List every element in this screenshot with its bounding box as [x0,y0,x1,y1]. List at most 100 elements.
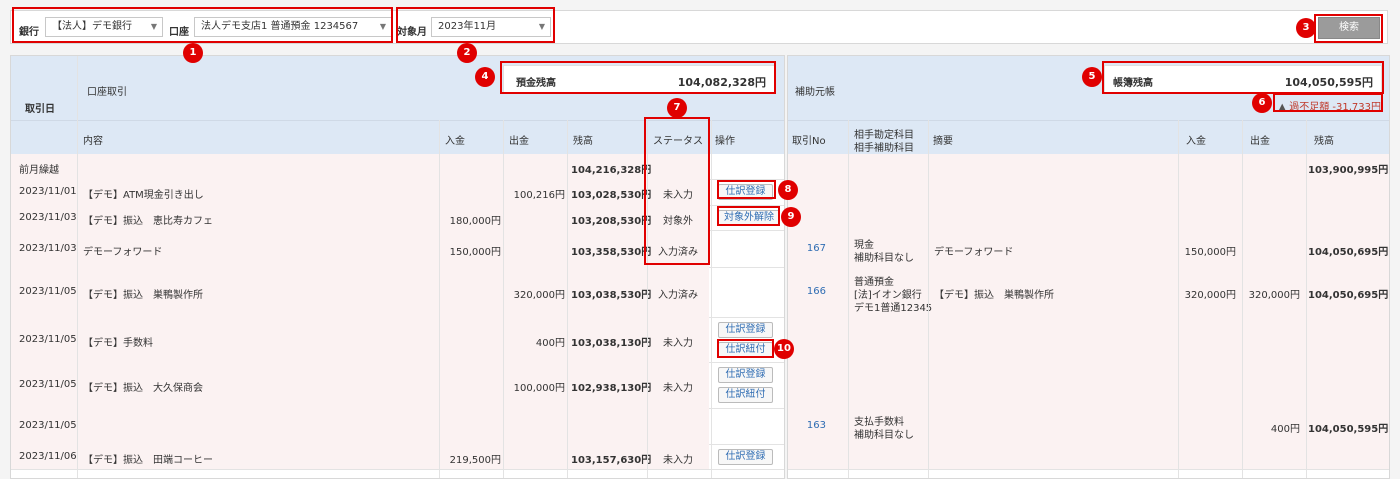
chevron-down-icon: ▼ [150,22,157,31]
bank-balance-value: 104,082,328円 [677,76,766,89]
register-journal-button[interactable]: 仕訳登録 [718,322,773,338]
ledger-row [788,444,1389,469]
column-divider [503,120,504,478]
bank-balance-label: 預金残高 [516,78,556,89]
annotation-badge-6: 6 [1252,93,1272,113]
cell-status: 未入力 [663,337,693,349]
ledger-row [788,317,1389,362]
column-divider [928,120,929,478]
column-divider [77,120,78,478]
account-select[interactable]: 法人デモ支店1 普通預金 1234567 ▼ [194,17,392,37]
warning-text: 過不足額 -31,733円 [1289,102,1381,113]
warning-icon: ▲ [1278,102,1287,113]
ledger-account: 補助科目なし [854,252,914,264]
month-select-value: 2023年11月 [438,21,497,32]
cell-status: 未入力 [663,190,693,201]
ledger-balance-label: 帳簿残高 [1113,78,1153,89]
annotation-badge-9: 9 [781,207,801,227]
column-divider [439,120,440,478]
ledger-no-link[interactable]: 167 [788,243,826,254]
cell-withdraw: 400円 [535,337,565,349]
cell-balance: 102,938,130円 [571,383,652,394]
annotation-badge-4: 4 [475,67,495,87]
month-label: 対象月 [397,27,427,38]
column-divider [567,120,568,478]
account-select-value: 法人デモ支店1 普通預金 1234567 [201,21,359,32]
cell-date: 前月繰越 [19,164,59,176]
annotation-badge-5: 5 [1082,67,1102,87]
ledger-deposit: 150,000円 [1184,246,1236,258]
ledger-section-title: 補助元帳 [795,87,835,98]
column-divider [1178,120,1179,478]
cell-status: 未入力 [663,454,693,466]
annotation-badge-1: 1 [183,43,203,63]
account-label: 口座 [169,27,189,38]
cell-date: 2023/11/06 [19,450,77,462]
cell-date: 2023/11/05 [19,379,77,390]
cell-balance: 104,216,328円 [571,164,652,176]
cell-balance: 103,208,530円 [571,215,652,227]
register-journal-button[interactable]: 仕訳登録 [718,184,773,200]
ledger-no-link[interactable]: 163 [788,420,826,431]
register-journal-button[interactable]: 仕訳登録 [718,448,773,465]
ledger-row [788,362,1389,408]
row-divider [788,469,1389,470]
cell-date: 2023/11/03 [19,211,77,223]
cell-balance: 103,028,530円 [571,190,652,201]
ledger-no-link[interactable]: 166 [788,286,826,297]
col-l-balance: 残高 [1314,136,1334,147]
row-divider [11,469,784,470]
link-journal-button[interactable]: 仕訳紐付 [718,342,773,358]
filter-bar: 銀行 【法人】デモ銀行 ▼ 口座 法人デモ支店1 普通預金 1234567 ▼ … [10,10,1388,44]
col-no: 取引No [792,136,826,147]
bank-select[interactable]: 【法人】デモ銀行 ▼ [45,17,163,37]
cell-desc: 【デモ】振込 田端コーヒー [83,454,213,466]
cell-desc: 【デモ】ATM現金引き出し [83,190,204,201]
cell-balance: 103,038,530円 [571,290,652,301]
cell-desc: デモーフォワード [83,246,163,258]
bank-transactions-panel: 取引日 口座取引 預金残高 104,082,328円 内容 入金 出金 残高 ス… [10,55,785,479]
annotation-badge-2: 2 [457,43,477,63]
date-header: 取引日 [25,104,55,115]
ledger-account: 補助科目なし [854,430,914,441]
ledger-balance: 104,050,695円 [1308,290,1389,301]
column-divider [77,56,78,120]
register-journal-button[interactable]: 仕訳登録 [718,367,773,383]
bank-label: 銀行 [19,27,39,38]
col-status: ステータス [653,136,703,147]
column-divider [1306,120,1307,478]
column-divider [848,120,849,478]
cell-deposit: 180,000円 [449,215,501,227]
ledger-balance: 103,900,995円 [1308,164,1389,176]
cell-date: 2023/11/01 [19,186,77,197]
column-divider [1242,120,1243,478]
ledger-balance-box: 帳簿残高 104,050,595円 [1104,65,1382,93]
cell-withdraw: 320,000円 [513,290,565,301]
cell-status: 未入力 [663,383,693,394]
col-desc: 内容 [83,136,103,147]
ledger-account: デモ1普通12345 [854,302,933,314]
ledger-panel: 補助元帳 帳簿残高 104,050,595円 ▲ 過不足額 -31,733円 取… [787,55,1390,479]
table-row [11,408,709,444]
cell-date: 2023/11/05 [19,286,77,297]
ledger-summary: 【デモ】振込 巣鴨製作所 [934,290,1054,301]
ledger-deposit: 320,000円 [1184,290,1236,301]
cell-date: 2023/11/05 [19,420,77,431]
cell-withdraw: 100,000円 [513,383,565,394]
bank-balance-box: 預金残高 104,082,328円 [503,65,775,93]
cell-date: 2023/11/05 [19,333,77,345]
ledger-row [788,154,1389,179]
col-l-withdraw: 出金 [1250,136,1270,147]
ledger-balance: 104,050,595円 [1308,424,1389,435]
month-select[interactable]: 2023年11月 ▼ [431,17,551,37]
annotation-badge-10: 10 [774,339,794,359]
bank-section-title: 口座取引 [87,87,127,98]
link-journal-button[interactable]: 仕訳紐付 [718,387,773,403]
remove-exclusion-button[interactable]: 対象外解除 [718,209,780,226]
col-account2: 相手補助科目 [854,143,914,154]
cell-deposit: 219,500円 [449,454,501,466]
column-divider [647,120,648,478]
chevron-down-icon: ▼ [538,22,545,31]
col-balance: 残高 [573,136,593,147]
search-button[interactable]: 検索 [1318,17,1380,39]
